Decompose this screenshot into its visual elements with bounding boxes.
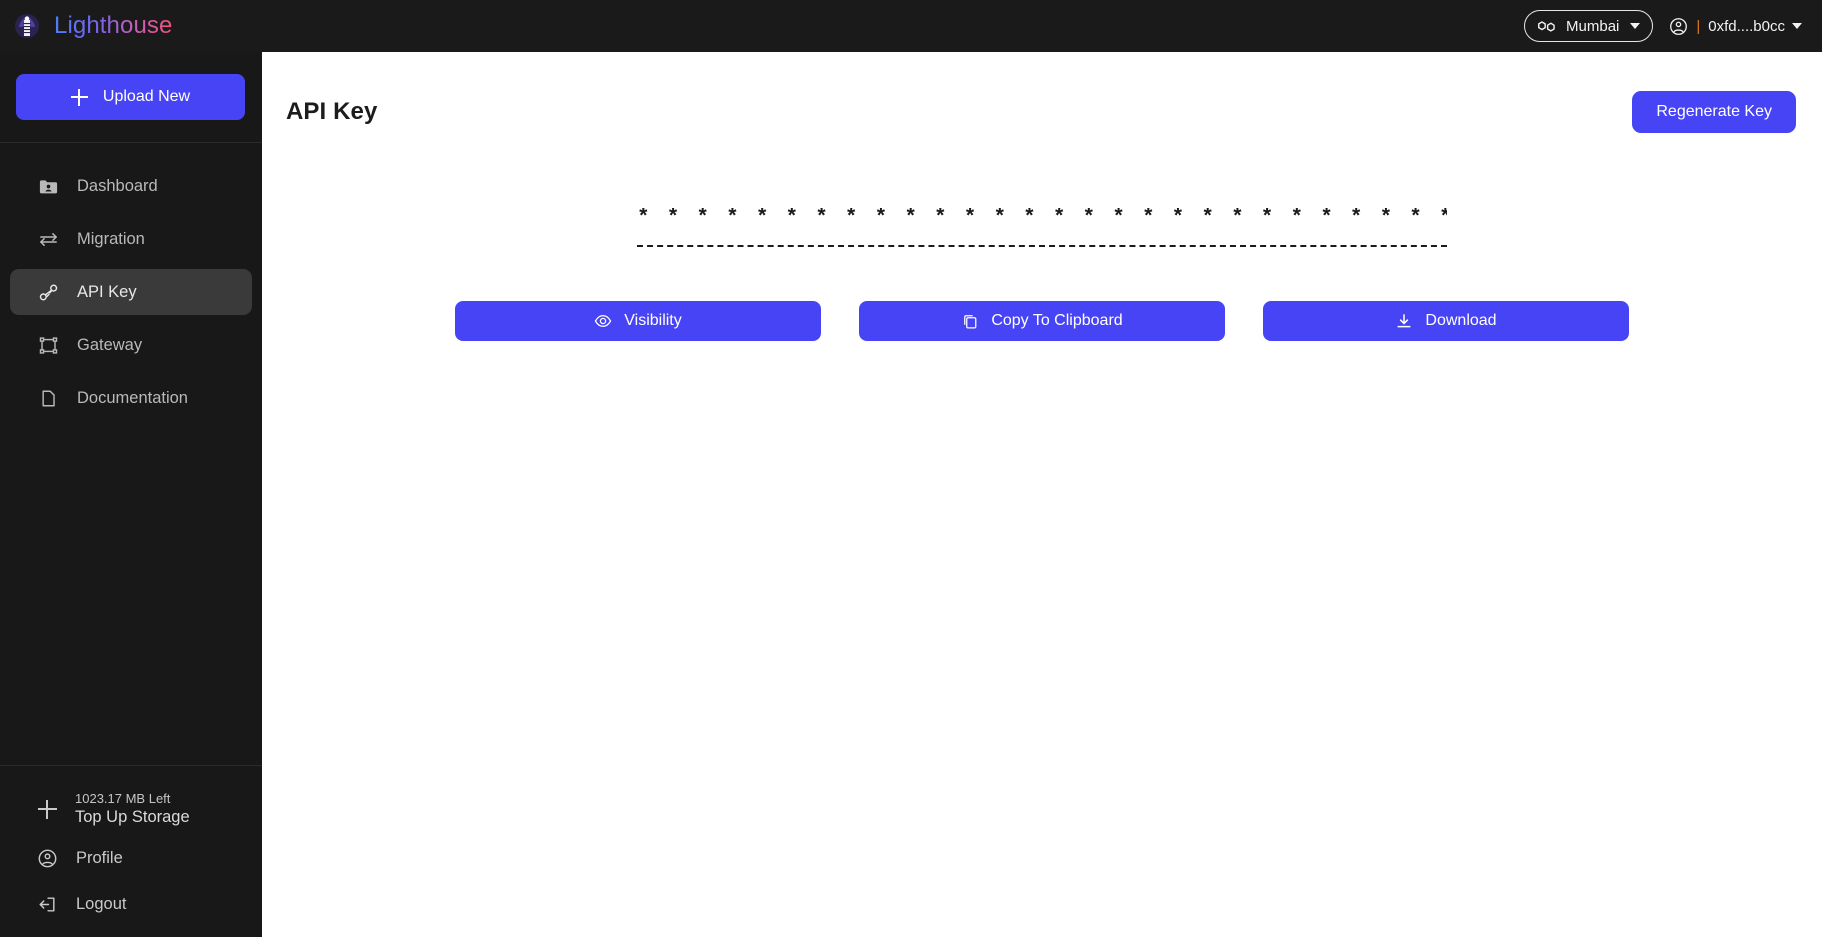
logout-icon — [39, 896, 55, 912]
top-bar: Lighthouse Mumbai | 0xfd....b0cc — [0, 0, 1822, 52]
sidebar-item-label: Profile — [76, 848, 123, 867]
user-circle-icon — [38, 849, 57, 867]
sidebar-item-migration[interactable]: Migration — [10, 216, 252, 262]
brand: Lighthouse — [0, 12, 262, 40]
copy-icon — [964, 315, 977, 329]
copy-to-clipboard-button[interactable]: Copy To Clipboard — [859, 301, 1225, 341]
network-label: Mumbai — [1566, 17, 1620, 35]
download-label: Download — [1425, 312, 1497, 329]
upload-section: Upload New — [0, 52, 262, 142]
download-button[interactable]: Download — [1263, 301, 1629, 341]
key-icon — [39, 284, 58, 300]
network-selector[interactable]: Mumbai — [1524, 10, 1654, 42]
sidebar-item-dashboard[interactable]: Dashboard — [10, 163, 252, 209]
sidebar-nav: Dashboard Migration API Key Gateway Docu… — [0, 143, 262, 421]
sidebar-item-profile[interactable]: Profile — [0, 835, 262, 881]
download-icon — [1397, 314, 1411, 328]
lighthouse-icon — [15, 14, 39, 38]
page-header: API Key Regenerate Key — [262, 52, 1822, 138]
chevron-down-icon — [1630, 23, 1641, 29]
top-up-storage-button[interactable]: 1023.17 MB Left Top Up Storage — [0, 784, 262, 835]
polygon-icon — [1538, 20, 1555, 32]
sidebar-item-label: Gateway — [77, 335, 143, 354]
sidebar-item-label: Dashboard — [77, 176, 158, 195]
plus-icon — [70, 88, 88, 106]
brand-name: Lighthouse — [54, 12, 173, 39]
sidebar-bottom: 1023.17 MB Left Top Up Storage Profile L… — [0, 765, 262, 937]
sidebar-item-label: Migration — [77, 229, 145, 248]
sidebar-item-gateway[interactable]: Gateway — [10, 322, 252, 368]
api-key-actions: Visibility Copy To Clipboard Download — [455, 301, 1629, 341]
upload-new-label: Upload New — [102, 88, 191, 105]
user-circle-icon — [1670, 17, 1688, 35]
account-address: 0xfd....b0cc — [1708, 17, 1785, 35]
storage-text: 1023.17 MB Left Top Up Storage — [75, 790, 190, 829]
sidebar-item-logout[interactable]: Logout — [0, 881, 262, 927]
main-content: API Key Regenerate Key * * * * * * * * *… — [262, 52, 1822, 937]
transfer-arrows-icon — [40, 232, 57, 246]
api-key-masked-value: * * * * * * * * * * * * * * * * * * * * … — [637, 208, 1447, 247]
regenerate-key-button[interactable]: Regenerate Key — [1632, 91, 1796, 133]
account-menu[interactable]: | 0xfd....b0cc — [1669, 17, 1802, 36]
document-icon — [42, 390, 55, 406]
eye-icon — [594, 314, 612, 328]
visibility-label: Visibility — [624, 312, 682, 329]
sidebar-bottom-divider — [0, 765, 262, 767]
sidebar-item-label: API Key — [77, 282, 137, 301]
account-divider: | — [1696, 17, 1701, 35]
sidebar-item-documentation[interactable]: Documentation — [10, 375, 252, 421]
page-title: API Key — [286, 98, 378, 125]
topbar-right-controls: Mumbai | 0xfd....b0cc — [1524, 10, 1822, 42]
visibility-button[interactable]: Visibility — [455, 301, 821, 341]
frame-icon — [39, 336, 58, 354]
upload-new-button[interactable]: Upload New — [16, 74, 245, 120]
storage-left-label: 1023.17 MB Left — [75, 791, 171, 807]
chevron-down-icon — [1792, 23, 1802, 29]
sidebar-item-label: Logout — [76, 894, 127, 913]
folder-user-icon — [39, 179, 58, 193]
sidebar-item-label: Documentation — [77, 388, 188, 407]
top-up-storage-label: Top Up Storage — [75, 808, 190, 827]
sidebar: Upload New Dashboard Migration API Key G… — [0, 52, 262, 937]
api-key-panel: * * * * * * * * * * * * * * * * * * * * … — [262, 138, 1822, 341]
sidebar-item-api-key[interactable]: API Key — [10, 269, 252, 315]
plus-icon — [38, 800, 57, 820]
copy-to-clipboard-label: Copy To Clipboard — [991, 312, 1123, 329]
